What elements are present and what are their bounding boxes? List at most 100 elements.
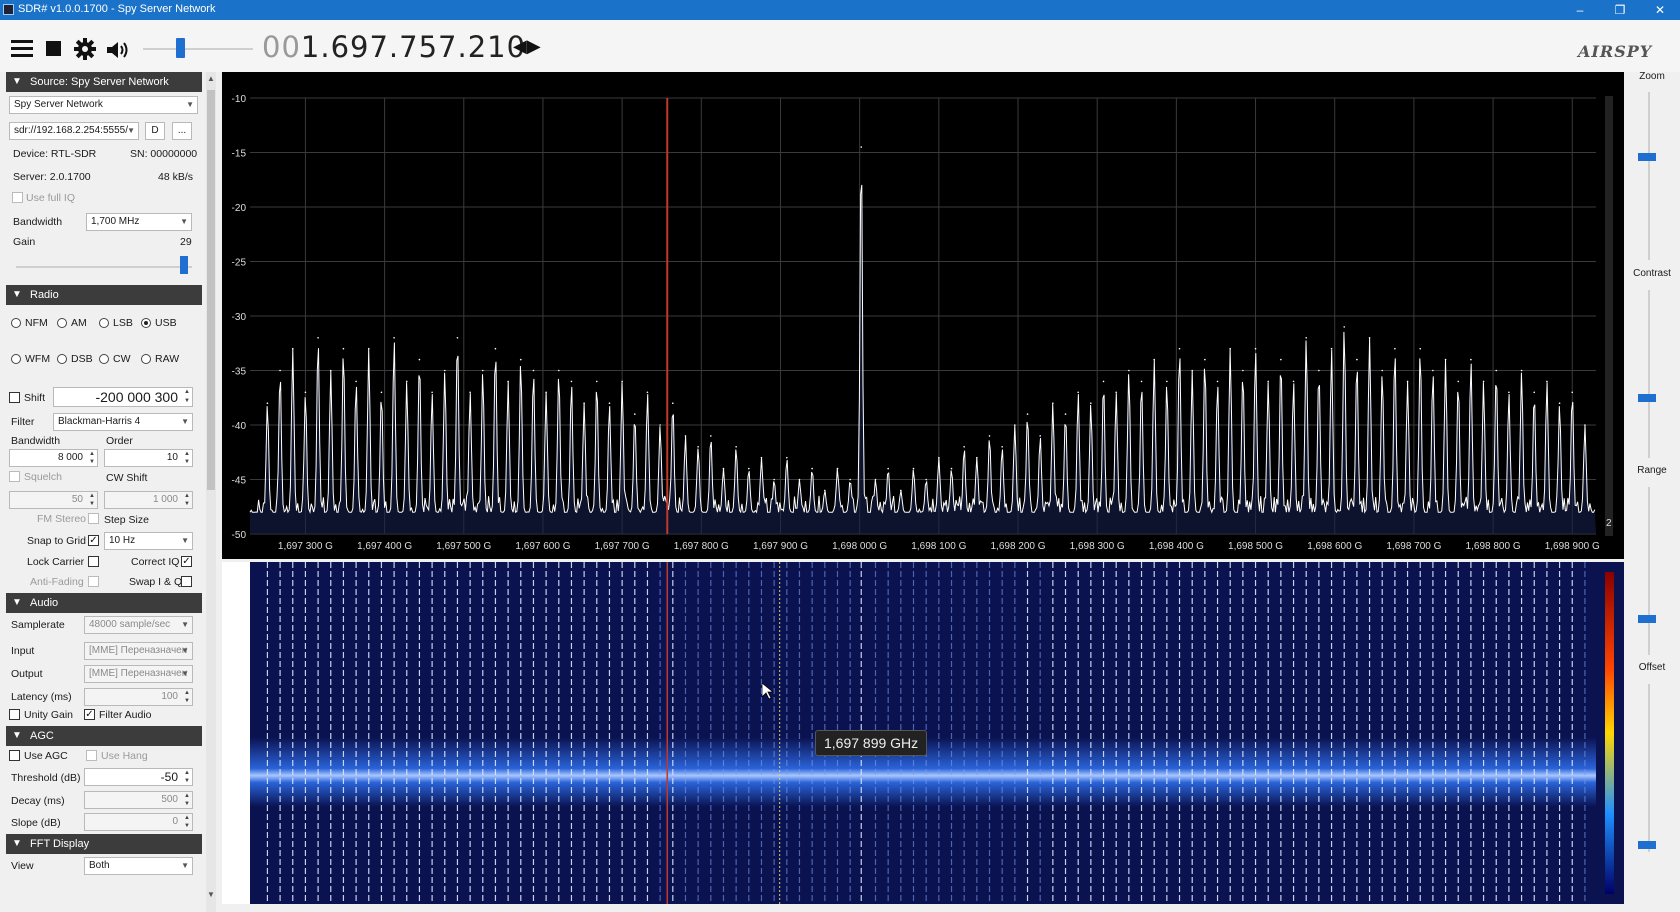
spectrum-peak: [1406, 380, 1409, 383]
tuning-arrows-icon[interactable]: ◀▶: [513, 36, 541, 57]
spinner-icon[interactable]: ▲ ▼: [184, 388, 190, 406]
maximize-button[interactable]: ❐: [1600, 0, 1640, 20]
shift-input[interactable]: -200 000 300 ▲ ▼: [53, 387, 193, 407]
latency-input[interactable]: 100 ▲ ▼: [84, 688, 193, 706]
section-audio[interactable]: ▼ Audio: [6, 593, 202, 613]
disconnect-button[interactable]: D: [145, 122, 165, 140]
samplerate-select[interactable]: 48000 sample/sec ▼: [84, 616, 193, 634]
range-slider-thumb[interactable]: [1638, 615, 1656, 623]
section-source[interactable]: ▼ Source: Spy Server Network: [6, 72, 202, 92]
spectrum-peak: [1191, 369, 1193, 372]
fm-stereo-checkbox[interactable]: [88, 513, 99, 524]
cw-shift-input[interactable]: 1 000 ▲ ▼: [104, 491, 193, 509]
spectrum-scale-bar: [1605, 96, 1613, 536]
audio-output-select[interactable]: [MME] Переназначен ▼: [84, 665, 193, 683]
spectrum-peak: [1533, 391, 1536, 394]
snap-to-grid-checkbox[interactable]: ✓: [88, 535, 99, 546]
threshold-input[interactable]: -50 ▲ ▼: [84, 768, 193, 786]
spectrum-analyzer[interactable]: -10 -15 -20 -25 -30 -35 -40 -45 -50 1,697 300 G 1,…: [222, 72, 1624, 559]
section-agc[interactable]: ▼ AGC: [6, 726, 202, 746]
spinner-icon[interactable]: ▲ ▼: [89, 450, 95, 466]
mode-radio-dsb[interactable]: [57, 354, 67, 364]
mode-radio-wfm[interactable]: [11, 354, 21, 364]
mode-radio-cw[interactable]: [99, 354, 109, 364]
chevron-down-icon: ▼: [186, 100, 194, 109]
spectrum-peak: [595, 380, 598, 383]
volume-slider-thumb[interactable]: [176, 38, 185, 58]
contrast-slider-thumb[interactable]: [1638, 394, 1656, 402]
spinner-icon[interactable]: ▲ ▼: [184, 689, 190, 705]
range-slider-track[interactable]: [1648, 487, 1650, 655]
source-bandwidth-select[interactable]: 1,700 MHz ▼: [86, 213, 192, 231]
speaker-icon[interactable]: [106, 40, 130, 63]
filter-select[interactable]: Blackman-Harris 4 ▼: [53, 413, 193, 431]
zoom-slider-track[interactable]: [1648, 92, 1650, 260]
stop-icon[interactable]: [46, 41, 62, 60]
use-agc-checkbox[interactable]: [9, 750, 20, 761]
spectrum-peak: [443, 369, 446, 372]
order-input[interactable]: 10 ▲ ▼: [104, 449, 193, 467]
spinner-icon[interactable]: ▲ ▼: [184, 814, 190, 830]
spinner-icon[interactable]: ▲ ▼: [184, 792, 190, 808]
close-button[interactable]: ✕: [1640, 0, 1680, 20]
spectrum-peak: [608, 402, 611, 405]
minimize-button[interactable]: –: [1560, 0, 1600, 20]
squelch-checkbox[interactable]: [9, 471, 20, 482]
spinner-icon[interactable]: ▲ ▼: [184, 769, 190, 785]
scroll-up-icon[interactable]: ▲: [207, 74, 215, 83]
server-uri-input[interactable]: sdr://192.168.2.254:5555/▼: [9, 122, 139, 140]
spectrum-peak: [1077, 391, 1079, 394]
frequency-display[interactable]: 001.697.757.210: [262, 30, 526, 64]
scroll-down-icon[interactable]: ▼: [207, 890, 215, 899]
spinner-icon[interactable]: ▲ ▼: [89, 492, 95, 508]
section-radio[interactable]: ▼ Radio: [6, 285, 202, 305]
squelch-input[interactable]: 50 ▲ ▼: [9, 491, 98, 509]
use-full-iq-checkbox[interactable]: [12, 192, 23, 203]
swap-iq-checkbox[interactable]: [181, 576, 192, 587]
collapse-icon: ▼: [12, 597, 22, 608]
spectrum-chart[interactable]: -10 -15 -20 -25 -30 -35 -40 -45 -50 1,697 300 G 1,…: [222, 72, 1624, 559]
offset-slider-thumb[interactable]: [1638, 840, 1656, 849]
zoom-slider-thumb[interactable]: [1638, 152, 1656, 161]
spectrum-peak: [1356, 358, 1358, 361]
spinner-icon[interactable]: ▲ ▼: [184, 450, 190, 466]
hamburger-menu-icon[interactable]: [11, 38, 33, 62]
spectrum-peak: [1128, 369, 1130, 372]
lock-carrier-checkbox[interactable]: [88, 556, 99, 567]
gain-slider-thumb[interactable]: [180, 256, 188, 274]
slope-input[interactable]: 0 ▲ ▼: [84, 813, 193, 831]
order-value: 10: [166, 452, 178, 463]
decay-input[interactable]: 500 ▲ ▼: [84, 791, 193, 809]
spectrum-peak: [860, 146, 863, 148]
section-fft-display[interactable]: ▼ FFT Display: [6, 834, 202, 854]
y-tick-label: -10: [232, 94, 247, 105]
filter-audio-checkbox[interactable]: ✓: [84, 709, 95, 720]
mode-radio-usb[interactable]: [141, 318, 151, 328]
volume-slider-track[interactable]: [143, 48, 253, 50]
audio-input-select[interactable]: [MME] Переназначен ▼: [84, 642, 193, 660]
correct-iq-checkbox[interactable]: ✓: [181, 556, 192, 567]
mode-radio-nfm[interactable]: [11, 318, 21, 328]
contrast-slider-track[interactable]: [1648, 290, 1650, 458]
source-select-value: Spy Server Network: [14, 99, 103, 110]
spinner-icon[interactable]: ▲ ▼: [184, 492, 190, 508]
mode-radio-am[interactable]: [57, 318, 67, 328]
radio-bandwidth-input[interactable]: 8 000 ▲ ▼: [9, 449, 98, 467]
x-tick-label: 1,698 700 G: [1386, 541, 1441, 552]
mode-radio-lsb[interactable]: [99, 318, 109, 328]
anti-fading-checkbox[interactable]: [88, 576, 99, 587]
more-button[interactable]: ...: [172, 122, 192, 140]
spectrum-peak: [279, 369, 281, 372]
offset-slider-track[interactable]: [1648, 684, 1650, 852]
mode-radio-raw[interactable]: [141, 354, 151, 364]
step-size-select[interactable]: 10 Hz ▼: [104, 532, 193, 550]
unity-gain-checkbox[interactable]: [9, 709, 20, 720]
view-select[interactable]: Both ▼: [84, 857, 193, 875]
x-tick-label: 1,698 600 G: [1307, 541, 1362, 552]
shift-checkbox[interactable]: [9, 392, 20, 403]
gear-icon[interactable]: [74, 38, 96, 63]
gain-slider-track[interactable]: [16, 266, 192, 268]
source-select[interactable]: Spy Server Network ▼: [9, 96, 198, 114]
use-hang-checkbox[interactable]: [86, 750, 97, 761]
panel-scrollbar-thumb[interactable]: [207, 90, 215, 490]
